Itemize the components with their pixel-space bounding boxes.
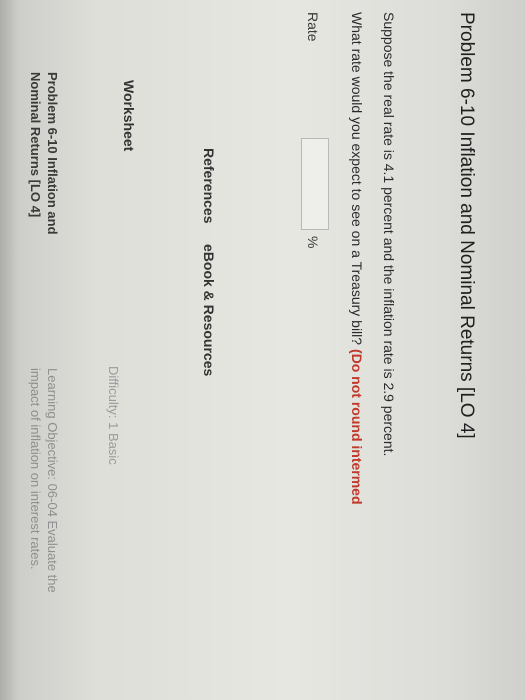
photo-background: Problem 6-10 Inflation and Nominal Retur…	[0, 0, 525, 700]
learning-objective-line-1: Learning Objective: 06-04 Evaluate the	[45, 368, 60, 593]
problem-title: Problem 6-10 Inflation and Nominal Retur…	[456, 12, 477, 439]
problem-reference: Problem 6-10 Inflation and Nominal Retur…	[27, 72, 61, 302]
tab-ebook-resources[interactable]: eBook & Resources	[201, 244, 217, 376]
percent-unit: %	[305, 236, 321, 249]
tab-references[interactable]: References	[201, 148, 217, 224]
problem-ref-line-2: Nominal Returns [LO 4]	[28, 72, 43, 218]
edge-shadow	[0, 0, 18, 700]
question-text: What rate would you expect to see on a T…	[349, 12, 365, 346]
learning-objective-line-2: impact of inflation on interest rates.	[28, 368, 43, 570]
rate-label: Rate	[305, 12, 321, 42]
question-line-2: What rate would you expect to see on a T…	[349, 12, 365, 505]
difficulty-text: Difficulty: 1 Basic	[106, 366, 121, 465]
rounding-warning: (Do not round intermed	[349, 348, 365, 505]
worksheet-label[interactable]: Worksheet	[121, 80, 137, 151]
problem-ref-line-1: Problem 6-10 Inflation and	[45, 72, 60, 235]
learning-objective: Learning Objective: 06-04 Evaluate the i…	[27, 368, 61, 668]
question-line-1: Suppose the real rate is 4.1 percent and…	[381, 12, 397, 457]
rate-input[interactable]	[301, 138, 329, 230]
rotated-page: Problem 6-10 Inflation and Nominal Retur…	[0, 0, 525, 700]
